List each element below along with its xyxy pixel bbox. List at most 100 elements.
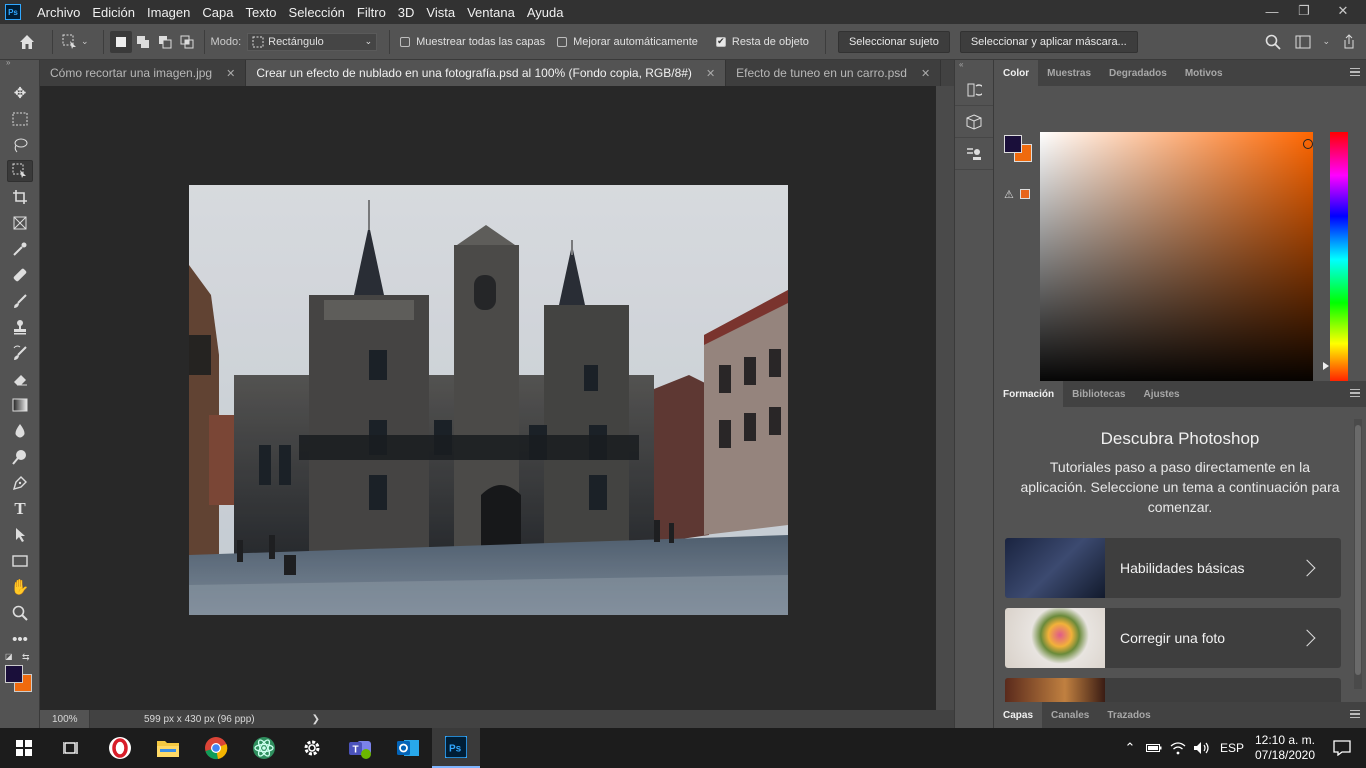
notifications-icon[interactable] (1330, 740, 1354, 756)
auto-enhance-checkbox[interactable]: Mejorar automáticamente (557, 36, 698, 48)
move-tool-icon[interactable]: ✥ (0, 80, 40, 106)
tab-learn[interactable]: Formación (994, 381, 1064, 407)
tutorial-card-basic-skills[interactable]: Habilidades básicas (1005, 538, 1341, 598)
chevron-down-icon[interactable]: ⌄ (1322, 36, 1330, 47)
tab-swatches[interactable]: Muestras (1038, 60, 1100, 86)
blur-tool-icon[interactable] (0, 418, 40, 444)
gradient-tool-icon[interactable] (0, 392, 40, 418)
clock[interactable]: 12:10 a. m. 07/18/2020 (1250, 733, 1320, 763)
settings-icon[interactable] (288, 728, 336, 768)
menu-imagen[interactable]: Imagen (141, 5, 196, 20)
eraser-tool-icon[interactable] (0, 366, 40, 392)
menu-vista[interactable]: Vista (420, 5, 461, 20)
status-menu-arrow-icon[interactable]: ❯ (312, 714, 320, 725)
canvas-area[interactable] (40, 86, 936, 710)
menu-filtro[interactable]: Filtro (351, 5, 392, 20)
sample-all-layers-checkbox[interactable]: Muestrear todas las capas (400, 36, 545, 48)
object-subtract-checkbox[interactable]: ✔ Resta de objeto (715, 36, 809, 48)
scrollbar-thumb[interactable] (1355, 425, 1361, 675)
document-tab-active[interactable]: Crear un efecto de nublado en una fotogr… (246, 60, 727, 86)
tab-color[interactable]: Color (994, 60, 1039, 86)
tab-channels[interactable]: Canales (1042, 702, 1098, 728)
more-tools-icon[interactable]: ••• (0, 626, 40, 652)
tab-libraries[interactable]: Bibliotecas (1063, 381, 1134, 407)
teams-icon[interactable]: T (336, 728, 384, 768)
hand-tool-icon[interactable]: ✋ (0, 574, 40, 600)
panel-menu-icon[interactable] (1350, 710, 1360, 718)
vertical-scrollbar[interactable] (936, 86, 954, 710)
menu-ayuda[interactable]: Ayuda (521, 5, 570, 20)
tab-adjustments[interactable]: Ajustes (1134, 381, 1188, 407)
task-view-icon[interactable] (48, 728, 96, 768)
minimize-button[interactable]: — (1256, 0, 1288, 22)
select-and-mask-button[interactable]: Seleccionar y aplicar máscara... (959, 30, 1138, 53)
tutorial-card-fix-photo[interactable]: Corregir una foto (1005, 608, 1341, 668)
menu-edicion[interactable]: Edición (86, 5, 141, 20)
lasso-tool-icon[interactable] (0, 132, 40, 158)
add-to-selection-icon[interactable] (132, 31, 154, 53)
tab-layers[interactable]: Capas (994, 702, 1043, 728)
healing-brush-tool-icon[interactable] (0, 262, 40, 288)
marquee-tool-icon[interactable] (0, 106, 40, 132)
select-subject-button[interactable]: Seleccionar sujeto (837, 30, 950, 53)
tutorial-card[interactable] (1005, 678, 1341, 702)
photoshop-icon[interactable]: Ps (432, 728, 480, 768)
chevron-down-icon[interactable]: ⌄ (81, 36, 89, 47)
hue-slider[interactable] (1330, 132, 1348, 387)
object-selection-tool-preset-icon[interactable] (59, 31, 81, 53)
checkbox-checked-icon[interactable]: ✔ (715, 36, 726, 47)
rectangle-tool-icon[interactable] (0, 548, 40, 574)
tab-gradients[interactable]: Degradados (1100, 60, 1176, 86)
default-colors-icon[interactable]: ◪ (5, 652, 13, 661)
photoshop-logo-icon[interactable]: Ps (5, 4, 21, 20)
wifi-icon[interactable] (1166, 741, 1190, 755)
document-tab[interactable]: Cómo recortar una imagen.jpg ✕ (40, 60, 247, 86)
type-tool-icon[interactable]: T (0, 496, 40, 522)
chrome-icon[interactable] (192, 728, 240, 768)
brush-tool-icon[interactable] (0, 288, 40, 314)
restore-button[interactable]: ❐ (1288, 0, 1320, 22)
mode-select[interactable]: Rectángulo ⌄ (247, 32, 378, 51)
checkbox-box[interactable] (400, 36, 411, 47)
expand-panels-icon[interactable]: « (955, 60, 993, 70)
menu-seleccion[interactable]: Selección (283, 5, 351, 20)
battery-icon[interactable] (1142, 743, 1166, 753)
dodge-tool-icon[interactable] (0, 444, 40, 470)
collapse-toolbar-icon[interactable]: » (0, 59, 39, 67)
intersect-selection-icon[interactable] (176, 31, 198, 53)
foreground-color-swatch[interactable] (5, 665, 23, 683)
color-picker-field[interactable] (1040, 132, 1313, 387)
share-icon[interactable] (1338, 31, 1360, 53)
menu-3d[interactable]: 3D (392, 5, 421, 20)
tab-patterns[interactable]: Motivos (1176, 60, 1232, 86)
opera-icon[interactable] (96, 728, 144, 768)
subtract-from-selection-icon[interactable] (154, 31, 176, 53)
tab-paths[interactable]: Trazados (1098, 702, 1159, 728)
menu-texto[interactable]: Texto (239, 5, 282, 20)
home-icon[interactable] (16, 31, 38, 53)
menu-capa[interactable]: Capa (196, 5, 239, 20)
swap-colors-icon[interactable]: ⇆ (22, 652, 30, 663)
zoom-tool-icon[interactable] (0, 600, 40, 626)
panel-menu-icon[interactable] (1350, 389, 1360, 397)
eyedropper-tool-icon[interactable] (0, 236, 40, 262)
history-panel-icon[interactable] (955, 74, 993, 106)
language-indicator[interactable]: ESP (1220, 741, 1244, 755)
picker-cursor[interactable] (1303, 139, 1313, 149)
workspace-icon[interactable] (1292, 31, 1314, 53)
close-tab-icon[interactable]: ✕ (706, 67, 715, 80)
pen-tool-icon[interactable] (0, 470, 40, 496)
3d-panel-icon[interactable] (955, 106, 993, 138)
learn-scrollbar[interactable] (1354, 419, 1362, 689)
menu-archivo[interactable]: Archivo (31, 5, 86, 20)
document-image[interactable] (189, 185, 788, 615)
object-selection-tool-icon[interactable] (0, 158, 40, 184)
zoom-level[interactable]: 100% (40, 710, 90, 728)
foreground-color-swatch[interactable] (1004, 135, 1022, 153)
history-brush-tool-icon[interactable] (0, 340, 40, 366)
close-tab-icon[interactable]: ✕ (226, 67, 235, 80)
frame-tool-icon[interactable] (0, 210, 40, 236)
volume-icon[interactable] (1190, 741, 1214, 755)
start-icon[interactable] (0, 728, 48, 768)
search-icon[interactable] (1262, 31, 1284, 53)
